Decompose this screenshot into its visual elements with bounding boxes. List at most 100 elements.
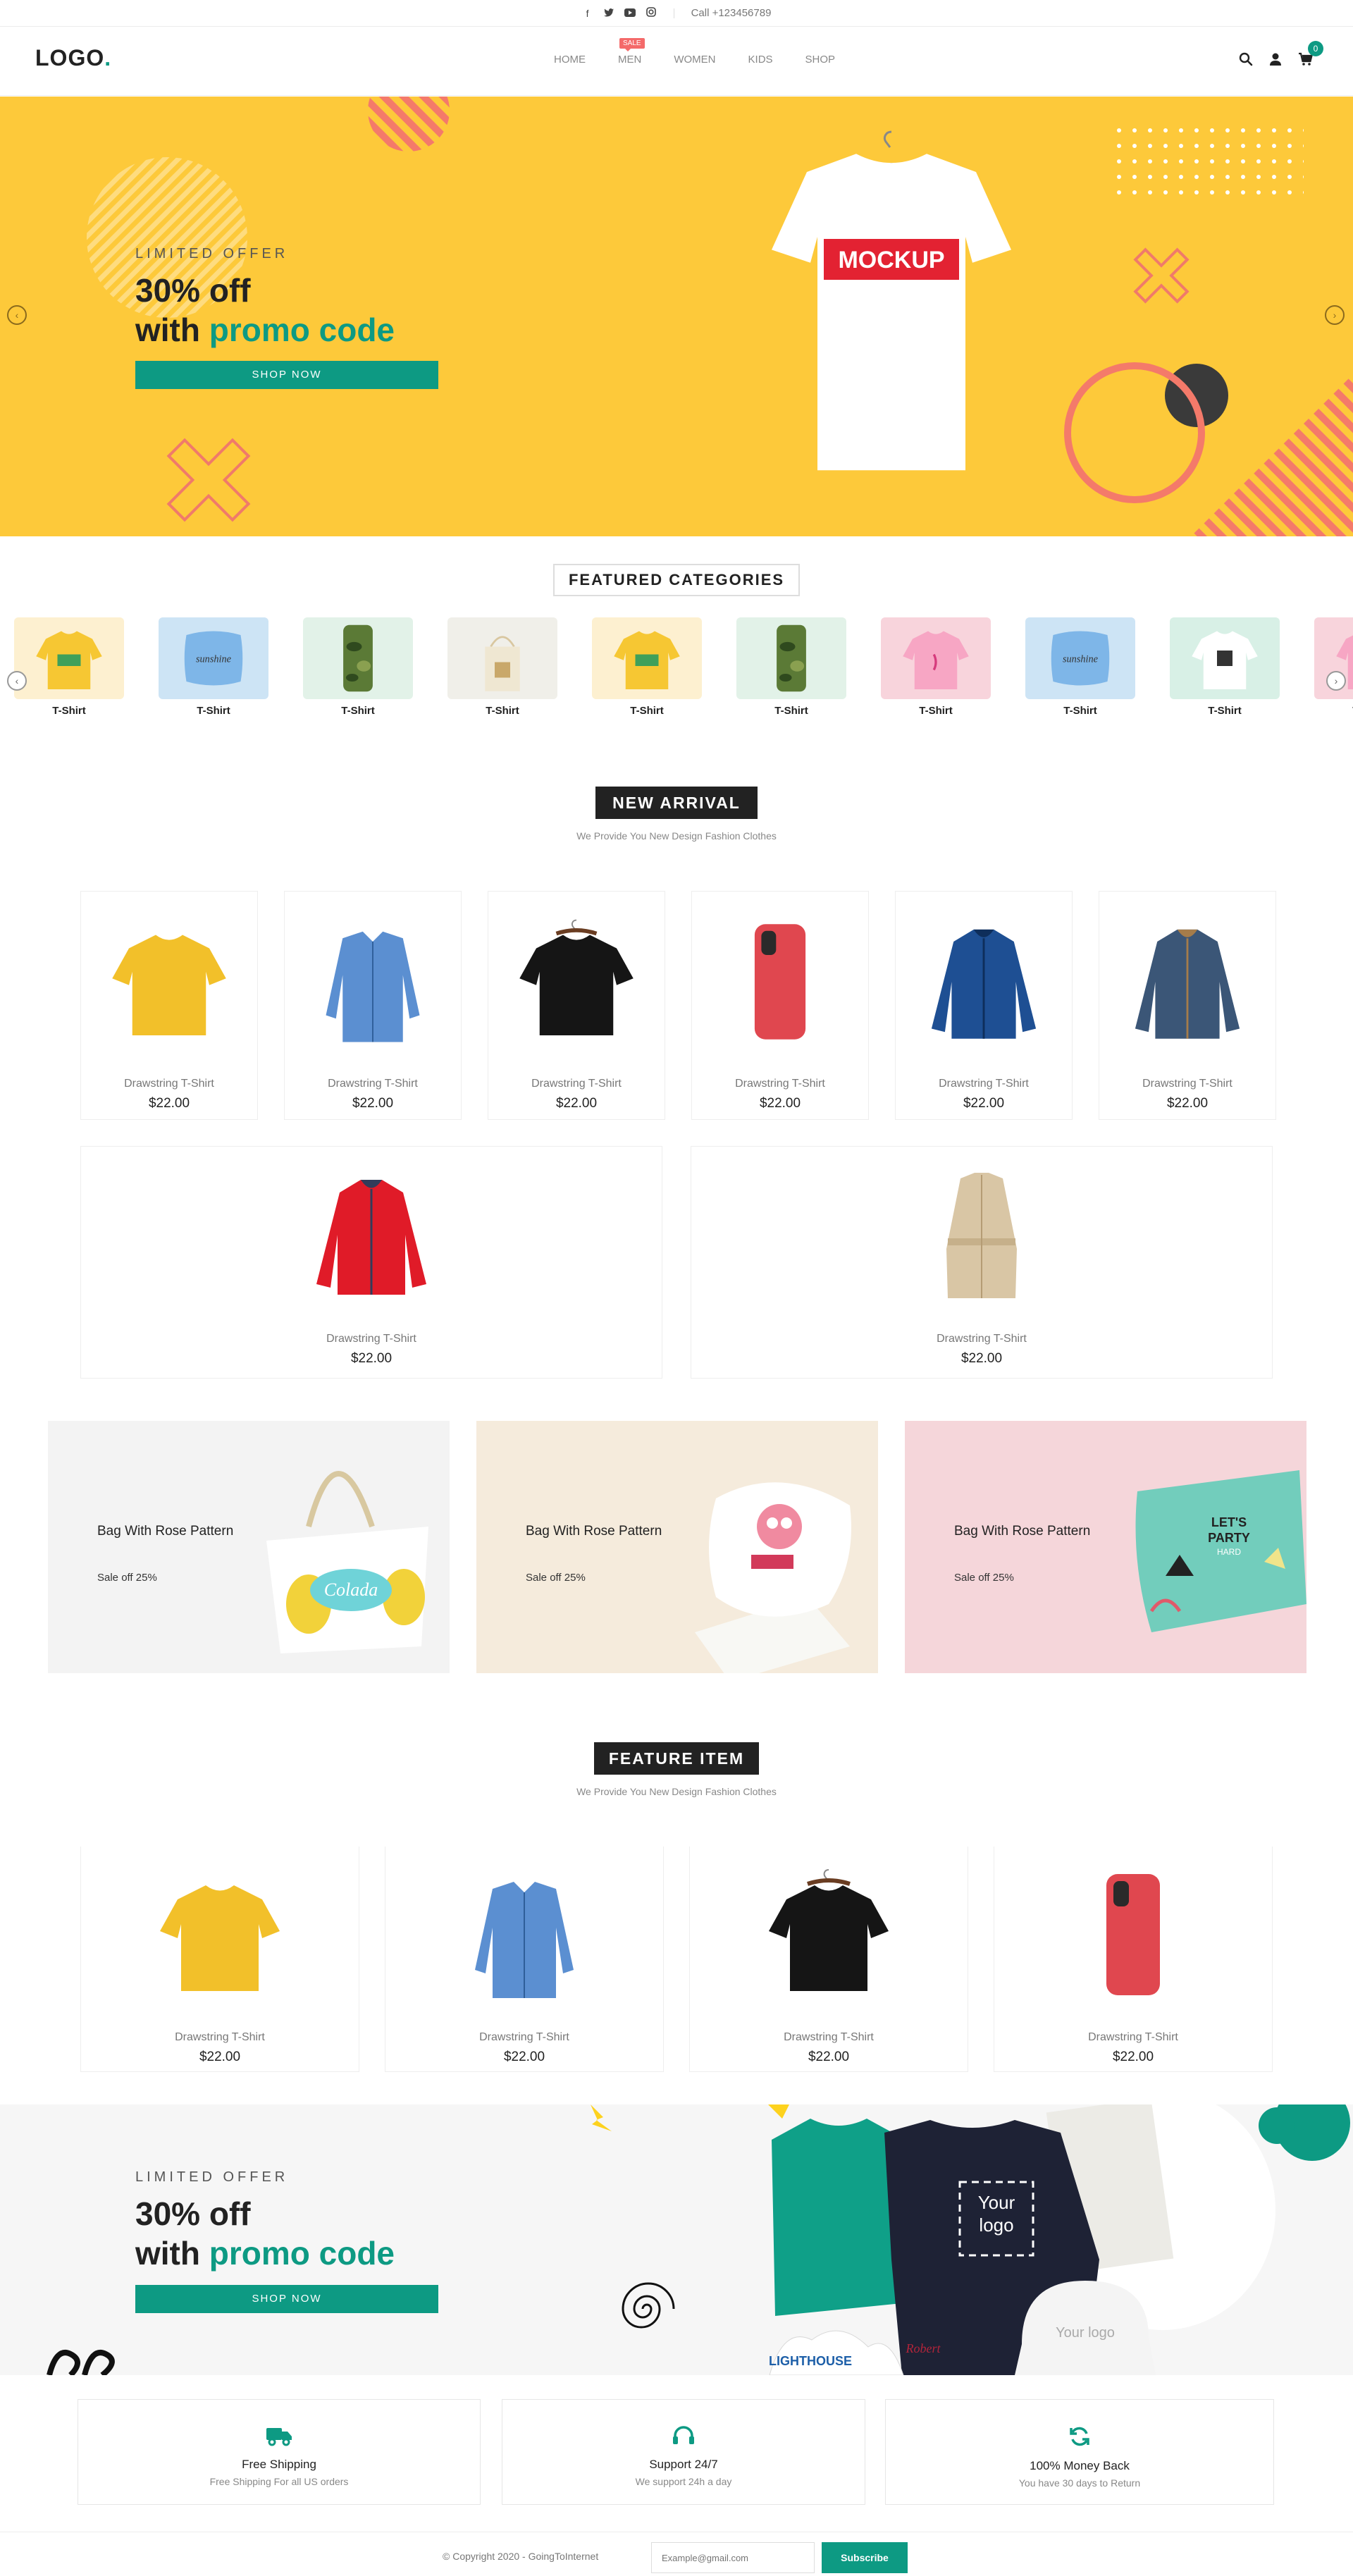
feature-item-subtitle: We Provide You New Design Fashion Clothe… [576, 1786, 777, 1797]
category-label: T-Shirt [774, 705, 808, 717]
product-image [488, 892, 665, 1071]
cap-logo-text: Your logo [1056, 2325, 1115, 2341]
category-card[interactable]: T-Shirt [447, 617, 557, 717]
shirt-logo-placeholder-2: logo [979, 2214, 1013, 2236]
nav-home[interactable]: HOME [554, 54, 586, 66]
product-name: Drawstring T-Shirt [1142, 1078, 1232, 1090]
promo-image: Colada [96, 1421, 450, 1673]
product-card[interactable]: Drawstring T-Shirt $22.00 [385, 1847, 664, 2072]
product-name: Drawstring T-Shirt [124, 1078, 214, 1090]
service-title: Free Shipping [242, 2458, 316, 2471]
copyright-text: © Copyright 2020 - GoingToInternet [443, 2551, 599, 2562]
hero-shop-now-button[interactable]: SHOP NOW [135, 361, 438, 389]
nav-men-label: MEN [618, 54, 642, 66]
service-desc: Free Shipping For all US orders [209, 2476, 349, 2487]
cart-icon[interactable]: 0 [1298, 41, 1323, 70]
svg-text:PARTY: PARTY [1208, 1531, 1250, 1545]
product-card[interactable]: Drawstring T-Shirt $22.00 [80, 891, 258, 1120]
twitter-icon[interactable] [603, 8, 614, 19]
sticker-robert: Robert [906, 2341, 941, 2355]
sale-badge: SALE [619, 38, 645, 51]
category-thumbnail: sunshine [159, 617, 268, 699]
service-money-back: 100% Money Back You have 30 days to Retu… [885, 2399, 1274, 2505]
product-price: $22.00 [808, 2050, 850, 2064]
promo-title: Bag With Rose Pattern [954, 1524, 1091, 1539]
nav-men[interactable]: SALE MEN [618, 38, 645, 66]
product-card[interactable]: Drawstring T-Shirt $22.00 [1099, 891, 1276, 1120]
service-desc: We support 24h a day [635, 2476, 732, 2487]
instagram-icon[interactable] [645, 7, 657, 19]
promo-banner[interactable]: Bag With Rose Pattern Sale off 25% [476, 1421, 878, 1673]
product-card[interactable]: Drawstring T-Shirt $22.00 [691, 1146, 1273, 1379]
product-card[interactable]: Drawstring T-Shirt $22.00 [689, 1847, 968, 2072]
hero-kicker: LIMITED OFFER [135, 246, 289, 261]
logo-text: LOGO [35, 45, 105, 70]
logo-dot: . [104, 45, 112, 70]
category-thumbnail [447, 617, 557, 699]
product-card[interactable]: Drawstring T-Shirt $22.00 [691, 891, 869, 1120]
nav-shop[interactable]: SHOP [805, 54, 836, 66]
category-card[interactable]: T-Shirt [14, 617, 124, 717]
category-card[interactable]: T-Shirt [592, 617, 702, 717]
category-thumbnail [1170, 617, 1280, 699]
product-card[interactable]: Drawstring T-Shirt $22.00 [80, 1847, 359, 2072]
product-card[interactable]: Drawstring T-Shirt $22.00 [80, 1146, 662, 1379]
category-thumbnail [736, 617, 846, 699]
site-logo[interactable]: LOGO. [35, 45, 111, 71]
offer-shop-now-button[interactable]: SHOP NOW [135, 2285, 438, 2313]
product-price: $22.00 [759, 1096, 801, 1111]
category-thumbnail [14, 617, 124, 699]
product-card[interactable]: Drawstring T-Shirt $22.00 [994, 1847, 1273, 2072]
facebook-icon[interactable]: f [582, 8, 593, 19]
mockup-label: MOCKUP [838, 247, 944, 273]
product-price: $22.00 [555, 1096, 598, 1111]
product-card[interactable]: Drawstring T-Shirt $22.00 [284, 891, 462, 1120]
product-image [994, 1847, 1272, 2023]
youtube-icon[interactable] [624, 8, 636, 19]
offer-headline-accent: promo code [209, 2235, 395, 2272]
svg-text:HARD: HARD [1217, 1547, 1241, 1557]
product-name: Drawstring T-Shirt [784, 2031, 874, 2043]
categories-next-arrow[interactable]: › [1326, 671, 1346, 691]
service-desc: You have 30 days to Return [1018, 2477, 1141, 2489]
newsletter-email-input[interactable] [651, 2542, 815, 2573]
category-card[interactable]: T-Shirt [1170, 617, 1280, 717]
hero-prev-arrow[interactable]: ‹ [7, 305, 27, 325]
category-card[interactable]: T-Shirt [881, 617, 991, 717]
nav-kids[interactable]: KIDS [748, 54, 773, 66]
product-card[interactable]: Drawstring T-Shirt $22.00 [488, 891, 665, 1120]
headset-icon [502, 2425, 865, 2452]
subscribe-button[interactable]: Subscribe [822, 2542, 908, 2573]
promo-banner[interactable]: Colada Bag With Rose Pattern Sale off 25… [48, 1421, 450, 1673]
service-support: Support 24/7 We support 24h a day [502, 2399, 865, 2505]
nav-women[interactable]: WOMEN [674, 54, 715, 66]
hero-headline-2: with promo code [135, 311, 395, 349]
sticker-lighthouse: LIGHTHOUSE [769, 2354, 852, 2368]
svg-text:sunshine: sunshine [196, 654, 232, 665]
product-price: $22.00 [1166, 1096, 1209, 1111]
product-price: $22.00 [352, 1096, 394, 1111]
promo-banner[interactable]: LET'S PARTY HARD Bag With Rose Pattern Sal… [905, 1421, 1306, 1673]
category-label: T-Shirt [52, 705, 86, 717]
category-thumbnail [881, 617, 991, 699]
search-icon[interactable] [1239, 52, 1253, 70]
product-card[interactable]: Drawstring T-Shirt $22.00 [895, 891, 1073, 1120]
category-card[interactable]: T-Shirt [303, 617, 413, 717]
category-card[interactable]: sunshine T-Shirt [1025, 617, 1135, 717]
social-links: f [582, 7, 657, 19]
product-image [81, 1147, 662, 1323]
product-image [285, 892, 461, 1071]
header-icons: 0 [1239, 41, 1323, 70]
hero-next-arrow[interactable]: › [1325, 305, 1345, 325]
category-label: T-Shirt [1314, 705, 1353, 717]
promo-image: LET'S PARTY HARD [1095, 1421, 1306, 1673]
category-card[interactable]: T-Shirt [1314, 617, 1353, 717]
category-card[interactable]: sunshine T-Shirt [159, 617, 268, 717]
categories-prev-arrow[interactable]: ‹ [7, 671, 27, 691]
site-footer: © Copyright 2020 - GoingToInternet Subsc… [0, 2532, 1353, 2576]
user-icon[interactable] [1268, 52, 1283, 70]
feature-item-title: FEATURE ITEM [594, 1742, 759, 1775]
new-arrival-title: NEW ARRIVAL [595, 787, 758, 819]
product-image [385, 1847, 663, 2023]
category-card[interactable]: T-Shirt [736, 617, 846, 717]
